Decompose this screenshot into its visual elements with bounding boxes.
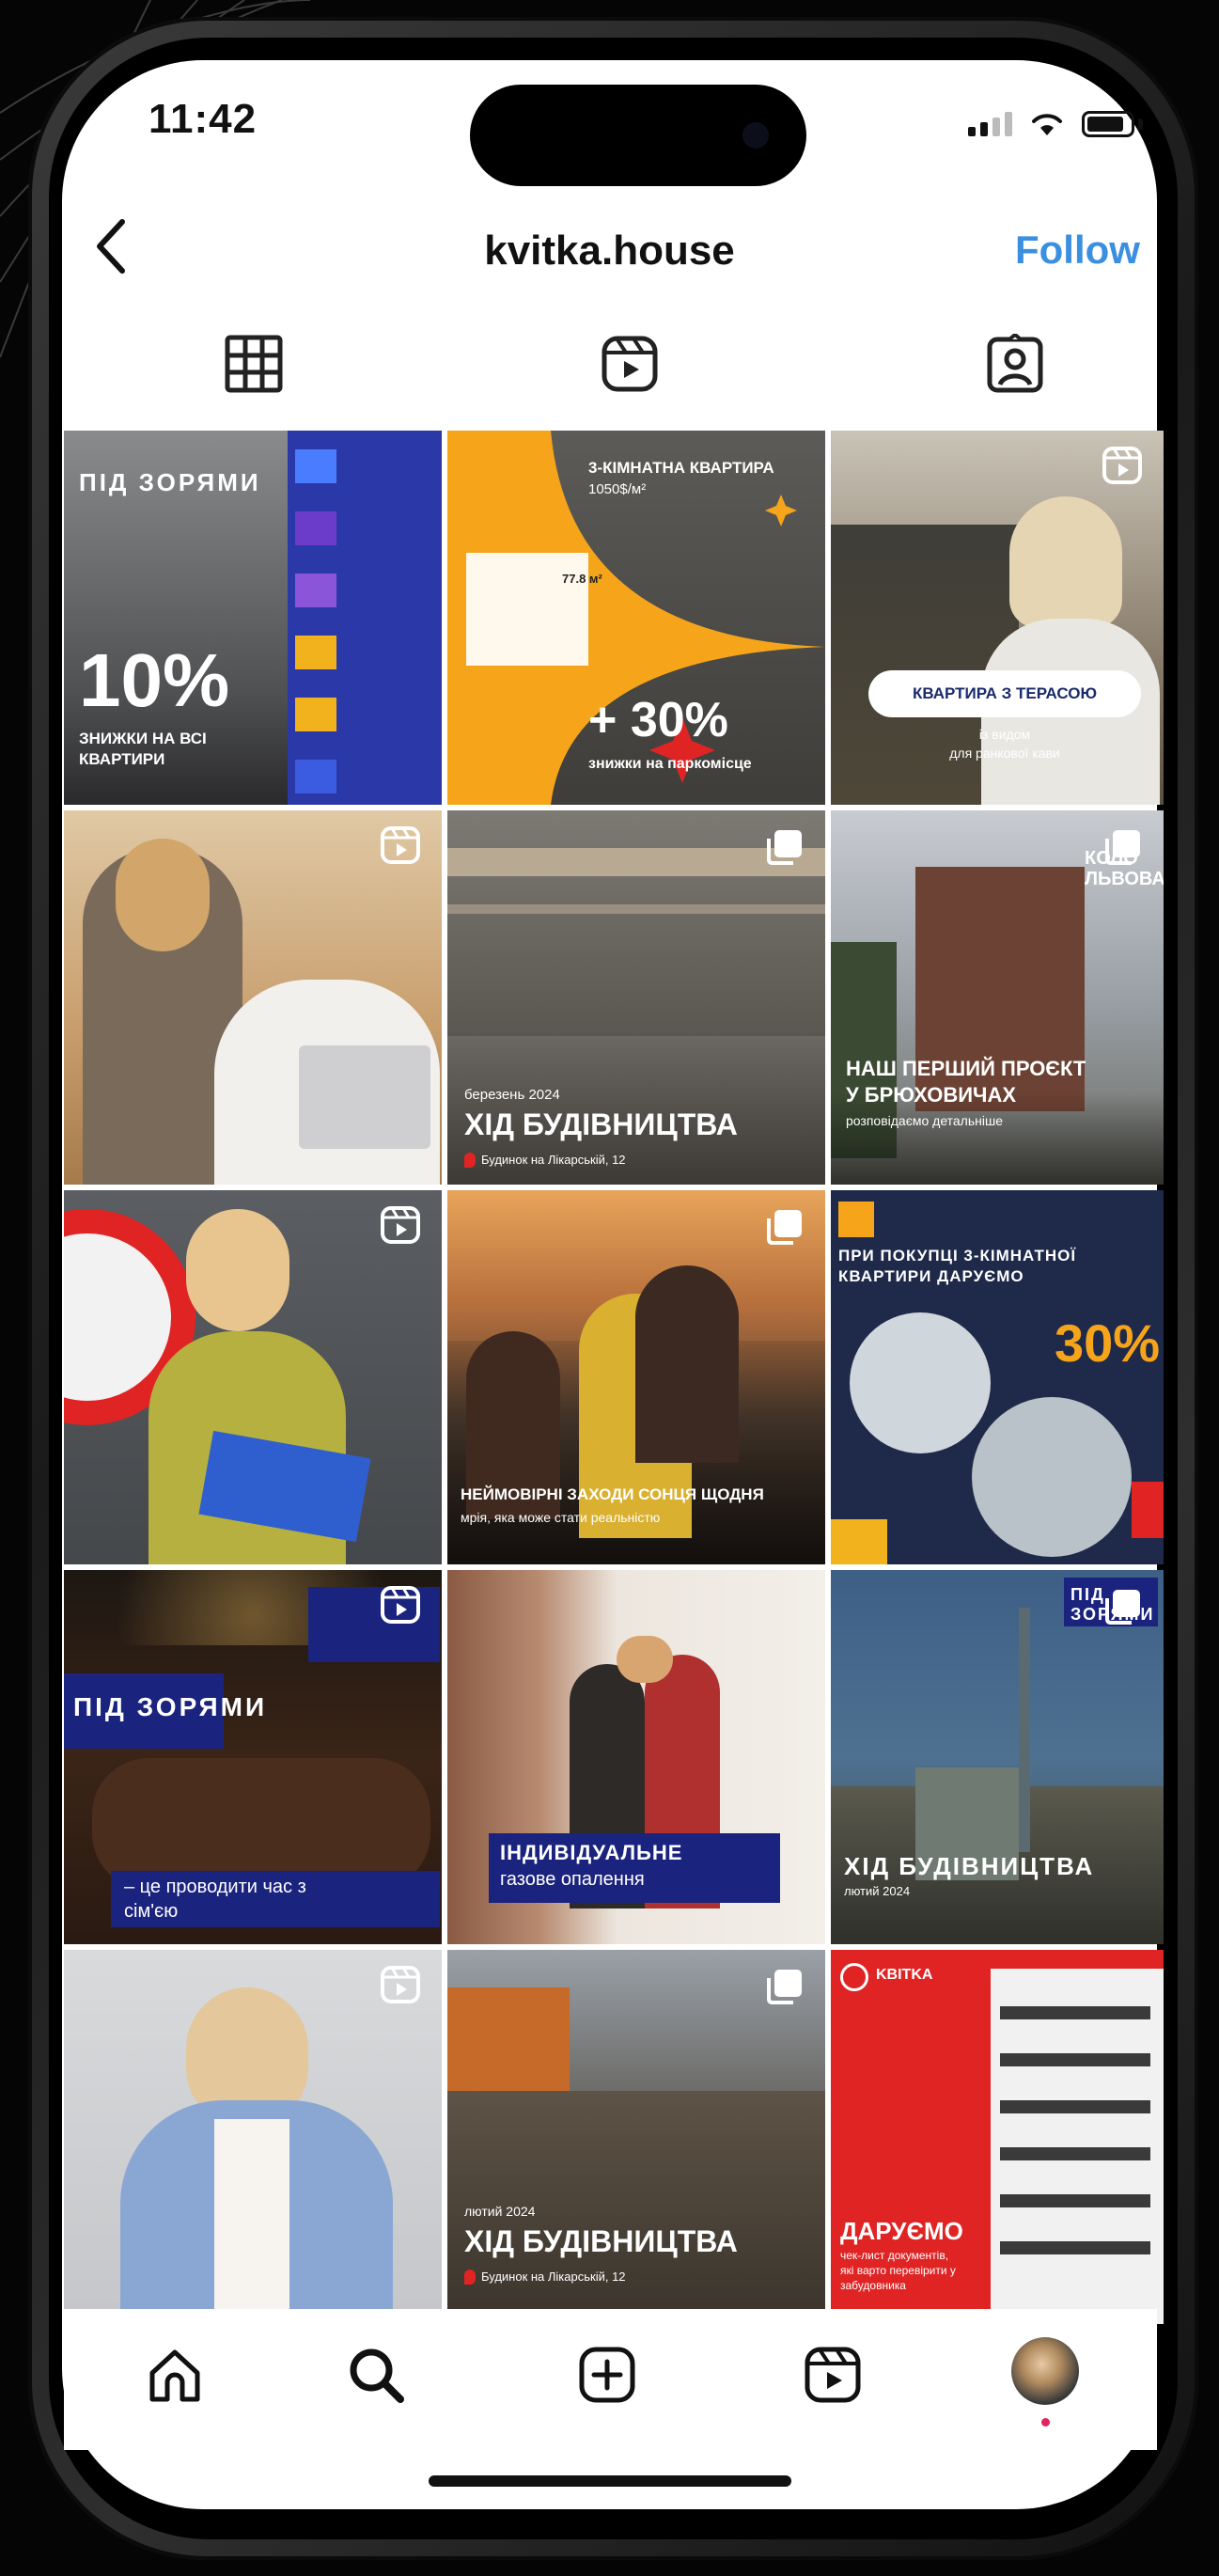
post-6-logo2: ЛЬВОВА bbox=[1085, 869, 1164, 889]
reel-badge-icon bbox=[1102, 447, 1142, 484]
post-tile-7[interactable] bbox=[64, 1190, 442, 1564]
carousel-badge-icon bbox=[767, 1210, 802, 1245]
post-tile-12[interactable]: ПІД ЗОРЯМИ ХІД БУДІВНИЦТВА лютий 2024 bbox=[831, 1570, 1164, 1944]
post-2-big: + 30% bbox=[588, 693, 728, 747]
post-14-title: ХІД БУДІВНИЦТВА bbox=[464, 2224, 738, 2258]
reel-badge-icon bbox=[381, 826, 420, 864]
brand-logo-icon bbox=[840, 1963, 868, 1991]
post-8-title: НЕЙМОВІРНІ ЗАХОДИ СОНЦЯ ЩОДНЯ bbox=[461, 1485, 764, 1503]
signal-icon bbox=[968, 112, 1012, 136]
post-tile-1[interactable]: ПІД ЗОРЯМИ 10% ЗНИЖКИ НА ВСІ КВАРТИРИ bbox=[64, 431, 442, 805]
post-11-title1: ІНДИВІДУАЛЬНЕ bbox=[500, 1841, 683, 1864]
profile-tabs bbox=[64, 332, 1157, 428]
carousel-badge-icon bbox=[767, 1970, 802, 2004]
reel-badge-icon bbox=[381, 1966, 420, 2003]
post-tile-5[interactable]: березень 2024 ХІД БУДІВНИЦТВА Будинок на… bbox=[447, 810, 825, 1185]
post-tile-11[interactable]: ІНДИВІДУАЛЬНЕ газове опалення bbox=[447, 1570, 825, 1944]
post-grid: ПІД ЗОРЯМИ 10% ЗНИЖКИ НА ВСІ КВАРТИРИ 3-… bbox=[64, 431, 1164, 2324]
camera-icon bbox=[742, 122, 769, 149]
post-3-sub2: для ранкової кави bbox=[949, 746, 1060, 761]
post-10-logo: ПІД ЗОРЯМИ bbox=[73, 1692, 268, 1721]
post-9-title2: КВАРТИРИ ДАРУЄМО bbox=[838, 1267, 1024, 1285]
post-15-sub1: чек-лист документів, bbox=[840, 2249, 949, 2262]
post-15-logo: KBITKA bbox=[876, 1967, 933, 1983]
post-12-title: ХІД БУДІВНИЦТВА bbox=[844, 1852, 1095, 1880]
post-2-sub: знижки на паркомісце bbox=[588, 756, 752, 772]
reels-icon bbox=[602, 336, 658, 392]
post-tile-13[interactable] bbox=[64, 1950, 442, 2324]
post-2-area: 77.8 м² bbox=[562, 572, 602, 586]
new-post-icon bbox=[579, 2347, 635, 2403]
carousel-badge-icon bbox=[1105, 830, 1140, 865]
post-15-title: ДАРУЄМО bbox=[840, 2217, 963, 2245]
location-pin-icon bbox=[464, 2270, 476, 2285]
post-tile-8[interactable]: НЕЙМОВІРНІ ЗАХОДИ СОНЦЯ ЩОДНЯ мрія, яка … bbox=[447, 1190, 825, 1564]
post-1-big: 10% bbox=[79, 638, 230, 722]
post-tile-6[interactable]: КОЛО ЛЬВОВА НАШ ПЕРШИЙ ПРОЄКТ У БРЮХОВИЧ… bbox=[831, 810, 1164, 1185]
post-12-date: лютий 2024 bbox=[844, 1884, 911, 1898]
post-15-sub2: які варто перевірити у bbox=[840, 2264, 956, 2277]
post-tile-9[interactable]: ПРИ ПОКУПЦІ 3-КІМНАТНОЇ КВАРТИРИ ДАРУЄМО… bbox=[831, 1190, 1164, 1564]
tagged-icon bbox=[987, 332, 1043, 393]
post-5-addr: Будинок на Лікарській, 12 bbox=[481, 1153, 626, 1167]
search-icon bbox=[350, 2348, 404, 2403]
post-8-sub: мрія, яка може стати реальністю bbox=[461, 1510, 661, 1525]
grid-icon bbox=[225, 335, 283, 393]
post-11-title2: газове опалення bbox=[500, 1869, 645, 1890]
home-indicator bbox=[429, 2475, 791, 2487]
post-5-title: ХІД БУДІВНИЦТВА bbox=[464, 1107, 738, 1141]
nav-home[interactable] bbox=[145, 2345, 205, 2405]
nav-search[interactable] bbox=[346, 2345, 406, 2405]
post-3-sub1: із видом bbox=[978, 727, 1031, 742]
post-14-date: лютий 2024 bbox=[464, 2204, 536, 2219]
reel-badge-icon bbox=[381, 1586, 420, 1624]
post-15-sub3: забудовника bbox=[840, 2279, 906, 2292]
post-5-date: березень 2024 bbox=[464, 1087, 560, 1103]
nav-new-post[interactable] bbox=[577, 2345, 637, 2405]
post-6-sub: розповідаємо детальніше bbox=[846, 1113, 1004, 1128]
notification-dot bbox=[1041, 2418, 1050, 2427]
post-3-title: КВАРТИРА З ТЕРАСОЮ bbox=[912, 684, 1098, 702]
post-6-title1: НАШ ПЕРШИЙ ПРОЄКТ bbox=[846, 1057, 1086, 1080]
dynamic-island bbox=[470, 85, 806, 186]
post-1-logo: ПІД ЗОРЯМИ bbox=[79, 468, 261, 496]
tab-tagged[interactable] bbox=[985, 332, 1045, 394]
home-icon bbox=[149, 2349, 200, 2402]
post-tile-10[interactable]: ПІД ЗОРЯМИ – це проводити час з сім'єю bbox=[64, 1570, 442, 1944]
post-1-sub2: КВАРТИРИ bbox=[79, 750, 165, 768]
post-tile-2[interactable]: 3-КІМНАТНА КВАРТИРА 1050$/м² 77.8 м² + 3… bbox=[447, 431, 825, 805]
tab-reels[interactable] bbox=[600, 334, 660, 394]
post-10-sub2: сім'єю bbox=[124, 1901, 179, 1922]
carousel-badge-icon bbox=[1105, 1590, 1140, 1625]
post-tile-3[interactable]: КВАРТИРА З ТЕРАСОЮ із видом для ранкової… bbox=[831, 431, 1164, 805]
carousel-badge-icon bbox=[767, 830, 802, 865]
post-9-title1: ПРИ ПОКУПЦІ 3-КІМНАТНОЇ bbox=[838, 1247, 1077, 1264]
tab-grid[interactable] bbox=[224, 334, 284, 394]
battery-icon bbox=[1082, 111, 1134, 137]
wifi-icon bbox=[1032, 114, 1062, 135]
reels-icon bbox=[805, 2347, 861, 2403]
profile-avatar bbox=[1011, 2337, 1079, 2405]
post-tile-4[interactable] bbox=[64, 810, 442, 1185]
post-14-addr: Будинок на Лікарській, 12 bbox=[481, 2270, 626, 2284]
nav-reels[interactable] bbox=[803, 2345, 863, 2405]
battery-tip bbox=[1138, 118, 1143, 130]
status-icons bbox=[968, 111, 1143, 137]
post-9-big: 30% bbox=[1055, 1313, 1161, 1373]
post-2-title: 3-КІМНАТНА КВАРТИРА bbox=[588, 459, 774, 477]
follow-button[interactable]: Follow bbox=[1015, 228, 1140, 273]
post-tile-14[interactable]: лютий 2024 ХІД БУДІВНИЦТВА Будинок на Лі… bbox=[447, 1950, 825, 2324]
location-pin-icon bbox=[464, 1153, 476, 1168]
status-time: 11:42 bbox=[148, 96, 258, 142]
post-6-title2: У БРЮХОВИЧАХ bbox=[846, 1083, 1017, 1107]
post-2-price: 1050$/м² bbox=[588, 481, 647, 497]
post-1-sub1: ЗНИЖКИ НА ВСІ bbox=[79, 730, 207, 747]
post-tile-15[interactable]: KBITKA ДАРУЄМО чек-лист документів, які … bbox=[831, 1950, 1164, 2324]
nav-profile[interactable] bbox=[1011, 2337, 1079, 2427]
bottom-navigation bbox=[64, 2309, 1157, 2450]
reel-badge-icon bbox=[381, 1206, 420, 1244]
post-10-sub1: – це проводити час з bbox=[124, 1877, 306, 1897]
